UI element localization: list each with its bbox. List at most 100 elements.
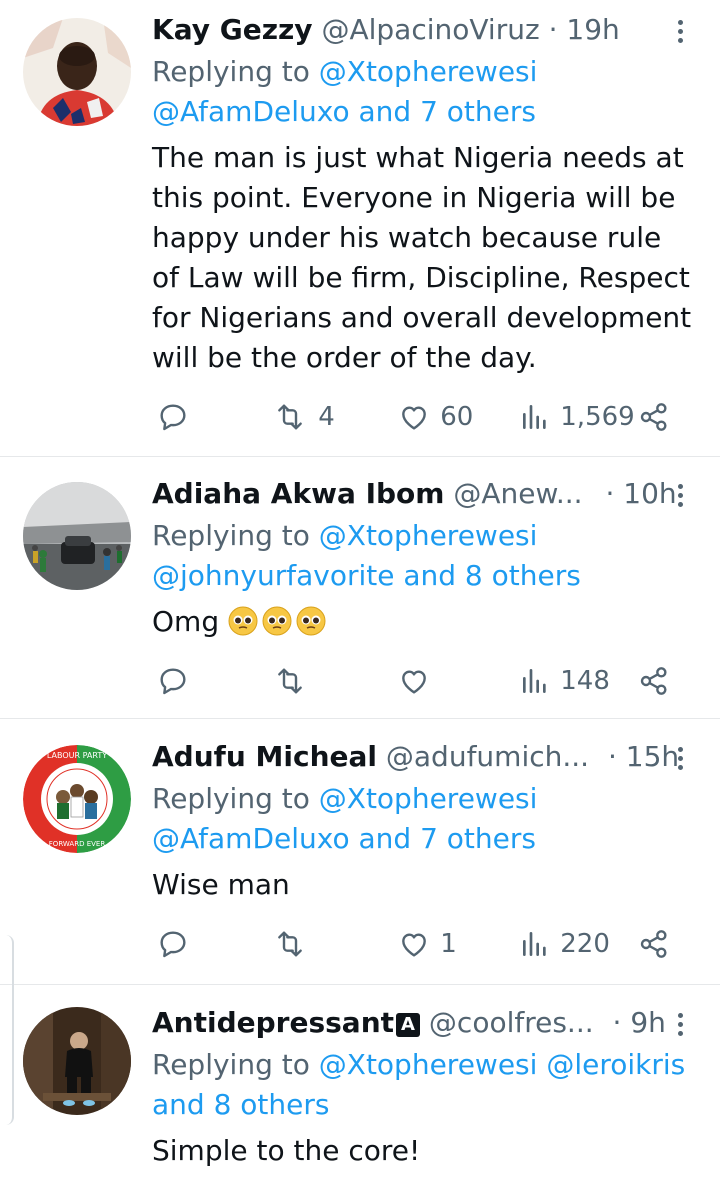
share-button[interactable] (638, 396, 670, 436)
retweet-icon (278, 930, 302, 957)
heart-icon (402, 932, 426, 957)
reply-icon (160, 403, 186, 430)
timestamp[interactable]: 10h (623, 477, 676, 510)
share-icon (640, 402, 667, 431)
separator-dot: · (605, 477, 615, 510)
pleading-face-icon (296, 606, 326, 636)
tweet-header: Adufu Micheal @adufumich... · 15h (152, 737, 692, 777)
replying-prefix: Replying to (152, 519, 310, 552)
mention-others-link[interactable]: @AfamDeluxo and 7 others (152, 819, 697, 859)
tweet-text: Simple to the core! (152, 1134, 421, 1167)
mention-others-link[interactable]: and 8 others (152, 1085, 697, 1125)
retweet-button[interactable] (272, 660, 310, 700)
display-name[interactable]: Kay Gezzy (152, 13, 313, 46)
more-icon[interactable] (670, 480, 690, 510)
divider (0, 984, 720, 985)
retweet-count: 4 (318, 401, 335, 432)
display-name[interactable]: Adufu Micheal (152, 740, 377, 773)
divider (0, 718, 720, 719)
tweet-4[interactable]: Antidepressant A @coolfres... · 9h Replyi… (0, 1003, 720, 1188)
more-icon[interactable] (670, 16, 690, 46)
avatar[interactable]: LABOUR PARTY FORWARD EVER (23, 745, 131, 853)
tweet-header: Adiaha Akwa Ibom @Anew... · 10h (152, 474, 692, 514)
mention-link[interactable]: @Xtopherewesi @leroikris (319, 1048, 685, 1081)
views-icon (523, 404, 546, 429)
mention-link[interactable]: @Xtopherewesi (319, 55, 538, 88)
divider (0, 456, 720, 457)
views-button[interactable]: 1,569 (520, 396, 635, 436)
retweet-button[interactable]: 4 (272, 396, 335, 436)
timestamp[interactable]: 9h (630, 1006, 666, 1039)
tweet-header: Kay Gezzy @AlpacinoViruz · 19h (152, 10, 692, 50)
reply-button[interactable] (157, 396, 189, 436)
view-count: 148 (560, 665, 610, 696)
party-name-text: LABOUR PARTY (47, 751, 107, 760)
reply-button[interactable] (157, 660, 189, 700)
separator-dot: · (607, 740, 617, 773)
view-count: 220 (560, 928, 610, 959)
user-handle[interactable]: @adufumich... (386, 740, 589, 773)
views-button[interactable]: 220 (520, 923, 610, 963)
views-icon (523, 931, 546, 956)
user-handle[interactable]: @coolfres... (429, 1006, 594, 1039)
display-name[interactable]: Adiaha Akwa Ibom (152, 477, 444, 510)
avatar[interactable] (23, 1007, 131, 1115)
reply-button[interactable] (157, 923, 189, 963)
reply-icon (160, 667, 186, 694)
tweet-actions: 1 220 (0, 923, 720, 963)
share-button[interactable] (638, 923, 670, 963)
retweet-icon (278, 667, 302, 694)
pleading-face-icon (262, 606, 292, 636)
views-icon (523, 668, 546, 693)
label-badge: A (396, 1013, 421, 1037)
like-count: 1 (440, 928, 457, 959)
user-handle[interactable]: @AlpacinoViruz (321, 13, 539, 46)
party-motto-text: FORWARD EVER (49, 840, 106, 848)
heart-icon (402, 405, 426, 430)
tweet-1[interactable]: Kay Gezzy @AlpacinoViruz · 19h Replying … (0, 10, 720, 450)
replying-to: Replying to @Xtopherewesi @leroikris (152, 1045, 697, 1085)
mention-link[interactable]: @Xtopherewesi (319, 782, 538, 815)
retweet-button[interactable] (272, 923, 310, 963)
share-icon (640, 666, 667, 695)
views-button[interactable]: 148 (520, 660, 610, 700)
replying-to: Replying to @Xtopherewesi (152, 779, 697, 819)
retweet-icon (278, 403, 302, 430)
like-button[interactable]: 1 (398, 923, 457, 963)
side-panel-handle[interactable] (0, 935, 14, 1125)
avatar[interactable] (23, 482, 131, 590)
mention-others-link[interactable]: @AfamDeluxo and 7 others (152, 92, 697, 132)
replying-prefix: Replying to (152, 1048, 310, 1081)
replying-to: Replying to @Xtopherewesi (152, 516, 697, 556)
display-name[interactable]: Antidepressant (152, 1006, 394, 1039)
tweet-3[interactable]: LABOUR PARTY FORWARD EVER Adufu Micheal … (0, 737, 720, 967)
tweet-text: The man is just what Nigeria needs at th… (152, 141, 692, 374)
mention-others-link[interactable]: @johnyurfavorite and 8 others (152, 556, 697, 596)
avatar[interactable] (23, 18, 131, 126)
view-count: 1,569 (560, 401, 635, 432)
share-button[interactable] (638, 660, 670, 700)
more-icon[interactable] (670, 1009, 690, 1039)
like-count: 60 (440, 401, 474, 432)
heart-icon (402, 669, 426, 694)
mention-link[interactable]: @Xtopherewesi (319, 519, 538, 552)
tweet-text: Wise man (152, 868, 290, 901)
tweet-actions: 4 60 1,569 (0, 396, 720, 436)
user-handle[interactable]: @Anew... (453, 477, 582, 510)
like-button[interactable]: 60 (398, 396, 473, 436)
separator-dot: · (612, 1006, 622, 1039)
tweet-header: Antidepressant A @coolfres... · 9h (152, 1003, 692, 1043)
tweet-2[interactable]: Adiaha Akwa Ibom @Anew... · 10h Replying… (0, 474, 720, 704)
replying-to: Replying to @Xtopherewesi (152, 52, 697, 92)
pleading-face-icon (228, 606, 258, 636)
share-icon (640, 929, 667, 958)
separator-dot: · (548, 13, 558, 46)
tweet-text: Omg (152, 602, 697, 642)
tweet-text-content: Omg (152, 605, 220, 638)
like-button[interactable] (398, 660, 432, 700)
more-icon[interactable] (670, 743, 690, 773)
tweet-actions: 148 (0, 660, 720, 700)
timestamp[interactable]: 19h (566, 13, 619, 46)
replying-prefix: Replying to (152, 782, 310, 815)
reply-icon (160, 930, 186, 957)
